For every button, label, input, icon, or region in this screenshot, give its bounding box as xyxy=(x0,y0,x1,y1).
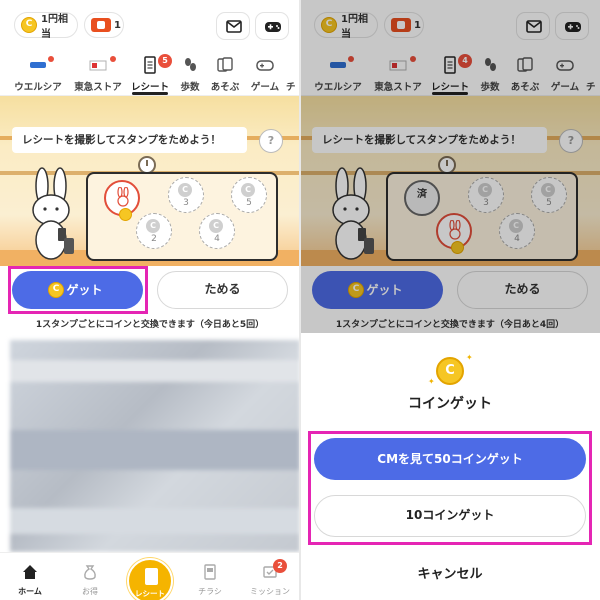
welcia-logo-icon xyxy=(30,62,46,68)
nav-label: ミッション xyxy=(250,587,290,596)
receipt-icon xyxy=(144,56,156,74)
coin-icon xyxy=(178,183,192,197)
watch-cm-button[interactable]: CMを見て50コインゲット xyxy=(314,438,586,480)
coin-icon xyxy=(48,282,64,298)
nav-label: お得 xyxy=(82,587,98,596)
gamepad-icon xyxy=(256,60,274,71)
nav-home[interactable]: ホーム xyxy=(0,553,60,600)
coin-icon xyxy=(209,219,223,233)
exchange-note: 1スタンプごとにコインと交換できます（今日あと5回） xyxy=(35,320,265,330)
ad-block xyxy=(10,430,300,470)
top-bar: 1円相当 1 xyxy=(0,0,300,50)
coin-icon xyxy=(436,357,464,385)
tab-label: 東急ストア xyxy=(74,82,122,93)
stamp-number: 5 xyxy=(246,198,252,208)
tab-receipt[interactable]: 5 レシート xyxy=(128,50,172,96)
coin-balance-label: 1円相当 xyxy=(41,14,68,40)
gamepad-icon xyxy=(265,22,281,32)
stamp-prompt: レシートを撮影してスタンプをためよう！ xyxy=(12,127,247,153)
receipt-tab-badge: 5 xyxy=(158,54,172,68)
nav-deals[interactable]: お得 xyxy=(60,553,120,600)
home-icon xyxy=(23,565,37,579)
tab-label: レシート xyxy=(130,82,169,93)
coin-balance-pill[interactable]: 1円相当 xyxy=(14,12,78,40)
get-button[interactable]: ゲット xyxy=(12,271,143,309)
tab-game[interactable]: ゲーム xyxy=(246,50,284,96)
nav-label: ホーム xyxy=(18,587,42,596)
game-button[interactable] xyxy=(255,12,289,40)
tab-label: チ xyxy=(286,82,296,93)
stamp-number: 3 xyxy=(183,198,189,208)
cards-icon xyxy=(217,57,233,72)
tab-label: ウエルシア xyxy=(14,82,62,93)
panel-divider xyxy=(299,0,301,600)
stamp-slot-2: 2 xyxy=(136,213,172,249)
coin-icon xyxy=(21,17,37,33)
right-screen: 1円相当 1 ウエルシア 東急ストア 4 レシート xyxy=(300,0,600,600)
save-button[interactable]: ためる xyxy=(157,271,288,309)
mail-button[interactable] xyxy=(216,12,250,40)
coin-icon xyxy=(241,183,255,197)
cancel-button[interactable]: キャンセル xyxy=(300,563,600,582)
blurred-ad-banner[interactable] xyxy=(10,340,300,552)
nav-label: チラシ xyxy=(198,587,222,596)
steps-icon xyxy=(185,58,196,71)
ticket-count: 1 xyxy=(114,19,121,31)
sheet-title: コインゲット xyxy=(408,396,492,412)
nav-flyers[interactable]: チラシ xyxy=(180,553,240,600)
stamp-card: 3 5 2 4 xyxy=(86,172,278,261)
tab-welcia[interactable]: ウエルシア xyxy=(10,50,66,96)
sparkle-icon: ✦ xyxy=(428,377,435,386)
nav-label: レシート xyxy=(135,589,165,598)
ten-coin-button[interactable]: 10コインゲット xyxy=(314,495,586,537)
modal-overlay[interactable] xyxy=(300,0,600,333)
money-bag-icon xyxy=(84,565,96,580)
left-screen: 1円相当 1 ウエルシア 東急ストア 5 レシート xyxy=(0,0,300,600)
tab-steps[interactable]: 歩数 xyxy=(174,50,206,96)
ad-block xyxy=(10,508,300,534)
sparkle-icon: ✦ xyxy=(466,353,473,362)
stamp-slot-5: 5 xyxy=(231,177,267,213)
stamp-number: 2 xyxy=(151,234,157,244)
nav-missions[interactable]: 2 ミッション xyxy=(240,553,300,600)
coin-icon xyxy=(119,208,132,221)
category-tabs: ウエルシア 東急ストア 5 レシート 歩数 あそぶ ゲーム チ xyxy=(0,50,300,96)
tab-chirashi[interactable]: チ xyxy=(286,50,300,96)
tab-label: ゲーム xyxy=(250,82,280,93)
receipt-camera-icon xyxy=(145,568,158,585)
flyer-icon xyxy=(204,564,216,580)
tokyu-store-logo-icon xyxy=(89,60,107,71)
stamp-hero: レシートを撮影してスタンプをためよう！ ? 3 5 2 4 xyxy=(0,96,300,266)
notification-dot xyxy=(110,56,116,62)
stamp-slot-3: 3 xyxy=(168,177,204,213)
notification-dot xyxy=(48,56,54,62)
stamp-number: 4 xyxy=(214,234,220,244)
rabbit-mascot-icon xyxy=(32,167,74,260)
tab-tokyu-store[interactable]: 東急ストア xyxy=(70,50,126,96)
stamp-slot-4: 4 xyxy=(199,213,235,249)
coin-icon xyxy=(146,219,160,233)
coin-get-sheet: ✦ ✦ コインゲット CMを見て50コインゲット 10コインゲット キャンセル xyxy=(300,333,600,600)
help-button[interactable]: ? xyxy=(259,129,283,153)
tab-label: 歩数 xyxy=(180,82,200,93)
ticket-pill[interactable]: 1 xyxy=(84,12,124,38)
receipt-camera-button[interactable]: レシート xyxy=(127,558,173,600)
ad-block xyxy=(10,360,300,382)
missions-badge: 2 xyxy=(273,559,287,573)
mail-icon xyxy=(226,20,242,33)
tab-label: あそぶ xyxy=(210,82,240,93)
bunny-stamp-icon xyxy=(117,187,129,207)
tab-play[interactable]: あそぶ xyxy=(206,50,244,96)
ticket-icon xyxy=(91,18,111,32)
